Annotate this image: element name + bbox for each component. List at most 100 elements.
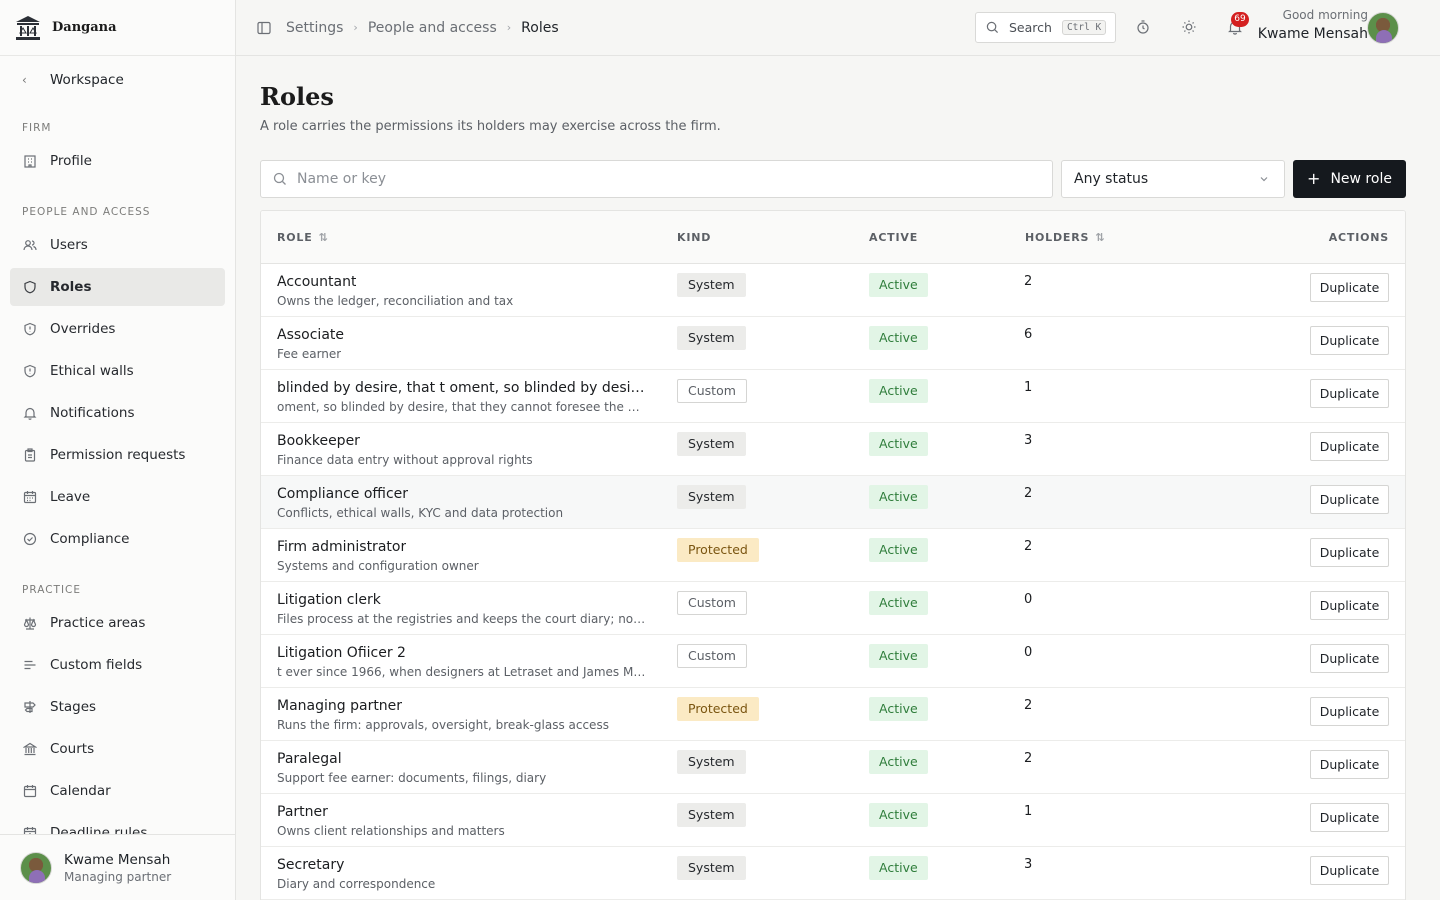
sun-icon[interactable] [1181, 19, 1197, 35]
sidebar-item-label: Custom fields [50, 657, 143, 673]
table-row[interactable]: Managing partner Runs the firm: approvals… [261, 688, 1405, 741]
column-active: ACTIVE [869, 231, 918, 244]
sidebar-item-deadline-rules[interactable]: Deadline rules [10, 814, 225, 834]
holders-count: 2 [1024, 698, 1033, 713]
table-row[interactable]: blinded by desire, that t oment, so blin… [261, 370, 1405, 423]
timer-icon[interactable] [1135, 19, 1151, 35]
column-actions: ACTIONS [1329, 231, 1389, 244]
sidebar-item-stages[interactable]: Stages [10, 688, 225, 726]
role-search-input[interactable] [297, 171, 1037, 187]
sidebar-item-compliance[interactable]: Compliance [10, 520, 225, 558]
duplicate-button[interactable]: Duplicate [1310, 432, 1389, 461]
role-name[interactable]: Compliance officer [277, 486, 408, 502]
breadcrumb-people-access[interactable]: People and access [368, 20, 497, 36]
kind-badge: Custom [677, 644, 747, 668]
sidebar-nav: ‹ Workspace FIRM Profile PEOPLE AND ACCE… [0, 56, 235, 834]
holders-count: 6 [1024, 327, 1033, 342]
status-badge: Active [869, 697, 928, 721]
role-name[interactable]: Bookkeeper [277, 433, 360, 449]
status-badge: Active [869, 326, 928, 350]
duplicate-button[interactable]: Duplicate [1310, 273, 1389, 302]
table-row[interactable]: Associate Fee earner System Active 6 Duplicat… [261, 317, 1405, 370]
role-name[interactable]: blinded by desire, that t oment, so blin… [277, 380, 647, 396]
sidebar-item-leave[interactable]: Leave [10, 478, 225, 516]
role-name[interactable]: Managing partner [277, 698, 402, 714]
table-row[interactable]: Firm administrator Systems and configurat… [261, 529, 1405, 582]
table-row[interactable]: Litigation clerk Files process at the reg… [261, 582, 1405, 635]
role-name[interactable]: Paralegal [277, 751, 342, 767]
duplicate-button[interactable]: Duplicate [1310, 750, 1389, 779]
role-name[interactable]: Associate [277, 327, 344, 343]
sidebar-item-label: Permission requests [50, 447, 186, 463]
sidebar-item-overrides[interactable]: Overrides [10, 310, 225, 348]
sidebar-item-custom-fields[interactable]: Custom fields [10, 646, 225, 684]
role-name[interactable]: Litigation clerk [277, 592, 381, 608]
table-row[interactable]: Compliance officer Conflicts, ethical wal… [261, 476, 1405, 529]
user-name: Kwame Mensah [64, 851, 171, 868]
shield-icon [22, 279, 38, 295]
avatar[interactable] [1367, 12, 1399, 44]
sidebar-user-card[interactable]: Kwame Mensah Managing partner [0, 834, 235, 900]
role-search-field[interactable] [260, 160, 1053, 198]
table-row[interactable]: Paralegal Support fee earner: documents, … [261, 741, 1405, 794]
back-to-workspace[interactable]: ‹ Workspace [10, 56, 225, 104]
role-name[interactable]: Partner [277, 804, 328, 820]
duplicate-button[interactable]: Duplicate [1310, 379, 1389, 408]
column-holders[interactable]: HOLDERS ⇅ [1025, 231, 1105, 244]
holders-count: 3 [1024, 433, 1033, 448]
column-role[interactable]: ROLE ⇅ [277, 231, 329, 244]
page-title: Roles [260, 82, 334, 111]
status-badge: Active [869, 538, 928, 562]
holders-count: 3 [1024, 857, 1033, 872]
search-shortcut: Ctrl K [1061, 20, 1107, 35]
duplicate-button[interactable]: Duplicate [1310, 803, 1389, 832]
table-row[interactable]: Partner Owns client relationships and mat… [261, 794, 1405, 847]
sidebar-item-notifications[interactable]: Notifications [10, 394, 225, 432]
role-description: Owns the ledger, reconciliation and tax [277, 294, 514, 308]
new-role-button[interactable]: + New role [1293, 160, 1406, 198]
holders-count: 2 [1024, 751, 1033, 766]
sidebar-item-practice-areas[interactable]: Practice areas [10, 604, 225, 642]
brand[interactable]: Dangana [0, 0, 235, 56]
section-label-people: PEOPLE AND ACCESS [22, 206, 151, 218]
sidebar-item-courts[interactable]: Courts [10, 730, 225, 768]
sidebar: Dangana ‹ Workspace FIRM Profile PEOPLE … [0, 0, 236, 900]
sidebar-item-calendar[interactable]: Calendar [10, 772, 225, 810]
role-name[interactable]: Firm administrator [277, 539, 406, 555]
duplicate-button[interactable]: Duplicate [1310, 697, 1389, 726]
table-row[interactable]: Litigation Ofiicer 2 t ever since 1966, w… [261, 635, 1405, 688]
role-name[interactable]: Litigation Ofiicer 2 [277, 645, 406, 661]
sidebar-item-permission-requests[interactable]: Permission requests [10, 436, 225, 474]
duplicate-button[interactable]: Duplicate [1310, 591, 1389, 620]
sidebar-item-roles[interactable]: Roles [10, 268, 225, 306]
kind-badge: System [677, 326, 746, 350]
section-label-practice: PRACTICE [22, 584, 82, 596]
table-row[interactable]: Bookkeeper Finance data entry without app… [261, 423, 1405, 476]
calendar-icon [22, 783, 38, 799]
sidebar-item-ethical-walls[interactable]: Ethical walls [10, 352, 225, 390]
holders-count: 2 [1024, 274, 1033, 289]
duplicate-button[interactable]: Duplicate [1310, 644, 1389, 673]
table-row[interactable]: Accountant Owns the ledger, reconciliatio… [261, 264, 1405, 317]
column-holders-label: HOLDERS [1025, 231, 1090, 244]
role-name[interactable]: Secretary [277, 857, 344, 873]
role-description: Systems and configuration owner [277, 559, 479, 573]
sidebar-item-label: Users [50, 237, 88, 253]
duplicate-button[interactable]: Duplicate [1310, 856, 1389, 885]
sidebar-item-label: Courts [50, 741, 95, 757]
building-icon [22, 153, 38, 169]
duplicate-button[interactable]: Duplicate [1310, 326, 1389, 355]
role-name[interactable]: Accountant [277, 274, 356, 290]
search-button[interactable]: Search Ctrl K [975, 12, 1116, 43]
duplicate-button[interactable]: Duplicate [1310, 485, 1389, 514]
table-row[interactable]: Secretary Diary and correspondence System A… [261, 847, 1405, 900]
sidebar-toggle-icon[interactable] [256, 20, 272, 36]
duplicate-button[interactable]: Duplicate [1310, 538, 1389, 567]
users-icon [22, 237, 38, 253]
status-filter-select[interactable]: Any status [1061, 160, 1285, 198]
kind-badge: Protected [677, 697, 759, 721]
sidebar-item-profile[interactable]: Profile [10, 142, 225, 180]
sidebar-item-users[interactable]: Users [10, 226, 225, 264]
status-badge: Active [869, 485, 928, 509]
breadcrumb-settings[interactable]: Settings [286, 20, 343, 36]
